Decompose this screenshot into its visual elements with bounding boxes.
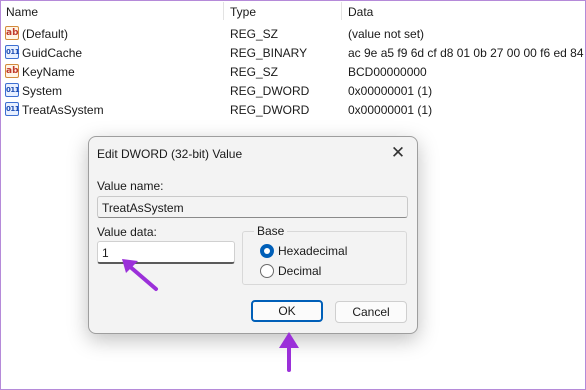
annotation-arrow-ok	[279, 332, 299, 372]
binary-value-icon: 011	[5, 45, 20, 59]
value-type: REG_DWORD	[230, 103, 310, 117]
value-data: (value not set)	[348, 27, 425, 41]
hexadecimal-radio[interactable]	[260, 244, 274, 258]
hexadecimal-label[interactable]: Hexadecimal	[278, 244, 347, 258]
list-header: Name Type Data	[0, 0, 586, 22]
column-header-type[interactable]: Type	[230, 5, 256, 19]
close-icon[interactable]: ✕	[387, 143, 409, 163]
column-divider[interactable]	[341, 2, 342, 20]
value-name: GuidCache	[22, 46, 83, 60]
cancel-button[interactable]: Cancel	[335, 301, 407, 323]
value-type: REG_SZ	[230, 65, 279, 79]
value-type: REG_SZ	[230, 27, 279, 41]
ok-button[interactable]: OK	[251, 300, 323, 322]
value-data: 0x00000001 (1)	[348, 103, 433, 117]
list-item[interactable]: 011 System REG_DWORD 0x00000001 (1)	[0, 81, 586, 100]
value-type: REG_DWORD	[230, 84, 310, 98]
string-value-icon: ab	[5, 64, 19, 78]
value-name: (Default)	[22, 27, 69, 41]
value-name-field: TreatAsSystem	[97, 196, 408, 218]
annotation-arrow-value-data	[122, 259, 158, 291]
value-name-text: TreatAsSystem	[102, 201, 184, 215]
value-name-label: Value name:	[97, 179, 164, 193]
value-data-text[interactable]: 1	[102, 246, 109, 260]
edit-dword-dialog: Edit DWORD (32-bit) Value ✕ Value name: …	[88, 136, 418, 334]
column-divider[interactable]	[223, 2, 224, 20]
binary-value-icon: 011	[5, 83, 20, 97]
decimal-radio[interactable]	[260, 264, 274, 278]
column-header-data[interactable]: Data	[348, 5, 373, 19]
list-item[interactable]: ab (Default) REG_SZ (value not set)	[0, 24, 586, 43]
list-item[interactable]: 011 TreatAsSystem REG_DWORD 0x00000001 (…	[0, 100, 586, 119]
value-data: BCD00000000	[348, 65, 427, 79]
value-type: REG_BINARY	[230, 46, 308, 60]
value-data: 0x00000001 (1)	[348, 84, 433, 98]
list-item[interactable]: 011 GuidCache REG_BINARY ac 9e a5 f9 6d …	[0, 43, 586, 62]
value-name: TreatAsSystem	[22, 103, 104, 117]
value-data-label: Value data:	[97, 225, 157, 239]
column-header-name[interactable]: Name	[6, 5, 38, 19]
binary-value-icon: 011	[5, 102, 20, 116]
value-data: ac 9e a5 f9 6d cf d8 01 0b 27 00 00 f6 e…	[348, 46, 586, 60]
string-value-icon: ab	[5, 26, 19, 40]
list-item[interactable]: ab KeyName REG_SZ BCD00000000	[0, 62, 586, 81]
base-label: Base	[254, 224, 288, 238]
value-name: System	[22, 84, 63, 98]
decimal-label[interactable]: Decimal	[278, 264, 321, 278]
value-name: KeyName	[22, 65, 75, 79]
dialog-title: Edit DWORD (32-bit) Value	[97, 147, 243, 161]
